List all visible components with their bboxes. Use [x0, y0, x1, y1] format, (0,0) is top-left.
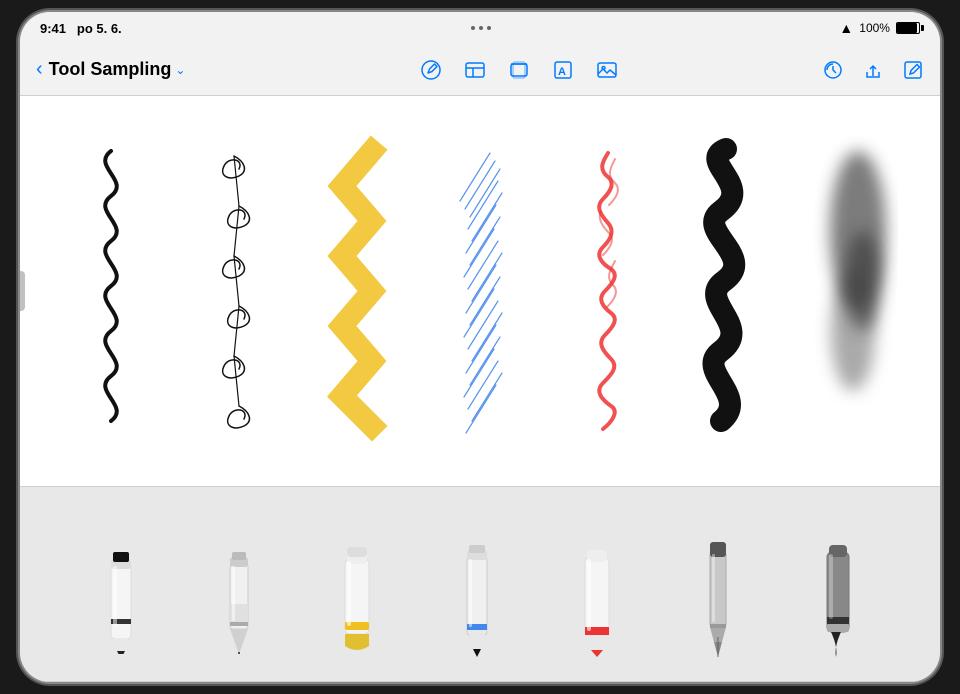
- status-time-date: 9:41 po 5. 6.: [40, 21, 122, 36]
- marker-tool[interactable]: [325, 514, 390, 654]
- bottom-bar: 150 %: [20, 681, 940, 682]
- share-icon[interactable]: [862, 59, 884, 81]
- pencil-stroke-sample: [61, 131, 161, 451]
- panel-icon[interactable]: [464, 59, 486, 81]
- crayon-stroke-sample: [553, 131, 653, 451]
- svg-text:A: A: [558, 66, 566, 78]
- brush-stroke-sample: [676, 131, 776, 451]
- pen-tool[interactable]: [212, 514, 267, 654]
- image-icon[interactable]: [596, 59, 618, 81]
- title-group: Tool Sampling ⌄: [49, 59, 186, 80]
- text-icon[interactable]: A: [552, 59, 574, 81]
- crayon-tool[interactable]: [565, 512, 630, 657]
- toolbar-right: [822, 59, 924, 81]
- toolbar-left: ‹ Tool Sampling ⌄: [36, 58, 216, 81]
- fountain-pen-tool[interactable]: [688, 512, 748, 657]
- pencil-tool[interactable]: [89, 514, 154, 654]
- strokes-container: [20, 96, 940, 486]
- side-handle[interactable]: [20, 271, 25, 311]
- pen-stroke-sample: [184, 131, 284, 451]
- pencil-circle-icon[interactable]: [420, 59, 442, 81]
- airbrush-stroke-sample: [798, 131, 898, 451]
- edit-icon[interactable]: [902, 59, 924, 81]
- battery-icon: [896, 22, 920, 34]
- status-bar: 9:41 po 5. 6. ▲ 100%: [20, 12, 940, 44]
- back-button[interactable]: ‹: [36, 58, 43, 81]
- status-center-dots: [471, 26, 491, 30]
- brush-tool[interactable]: [806, 512, 871, 657]
- layers-icon[interactable]: [508, 59, 530, 81]
- colored-pencil-stroke-sample: [430, 131, 530, 451]
- toolbar: ‹ Tool Sampling ⌄: [20, 44, 940, 96]
- tools-panel: [20, 486, 940, 681]
- canvas-area: [20, 96, 940, 486]
- status-right: ▲ 100%: [839, 20, 920, 36]
- document-title: Tool Sampling: [49, 59, 172, 80]
- colored-pencil-tool[interactable]: [447, 512, 507, 657]
- title-dropdown-icon[interactable]: ⌄: [175, 63, 185, 77]
- wifi-icon: ▲: [839, 20, 853, 36]
- toolbar-center: A: [216, 59, 822, 81]
- marker-stroke-sample: [307, 131, 407, 451]
- ipad-frame: 9:41 po 5. 6. ▲ 100% ‹ Tool Sampling ⌄: [20, 12, 940, 682]
- history-icon[interactable]: [822, 59, 844, 81]
